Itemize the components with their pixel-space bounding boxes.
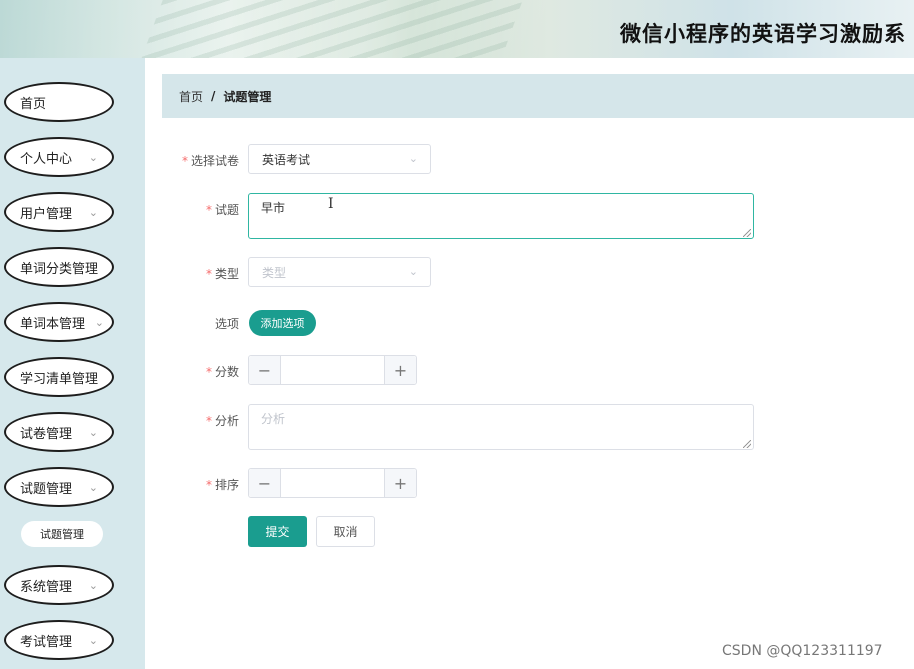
type-select-placeholder: 类型 <box>262 265 287 280</box>
sidebar-item-label: 单词本管理 <box>20 316 86 332</box>
header-banner: 微信小程序的英语学习激励系 <box>0 0 914 58</box>
sidebar-item-exam-management[interactable]: 考试管理 ⌄ <box>4 620 114 660</box>
sidebar-item-label: 试卷管理 <box>20 426 73 442</box>
chevron-down-icon: ⌄ <box>88 579 98 592</box>
analysis-placeholder: 分析 <box>261 412 286 426</box>
app-title: 微信小程序的英语学习激励系 <box>620 22 906 46</box>
sidebar-item-paper-management[interactable]: 试卷管理 ⌄ <box>4 412 114 452</box>
analysis-textarea[interactable]: 分析 <box>248 404 754 450</box>
exam-label: * 选择试卷 <box>181 154 239 168</box>
minus-icon[interactable]: − <box>249 356 281 384</box>
sidebar-item-personal-center[interactable]: 个人中心 ⌄ <box>4 137 114 177</box>
resize-handle-icon[interactable] <box>743 229 751 237</box>
chevron-down-icon: ⌄ <box>94 316 104 329</box>
breadcrumb-separator: / <box>211 89 216 103</box>
required-mark: * <box>205 414 212 428</box>
chevron-down-icon: ⌄ <box>408 152 418 165</box>
sidebar-item-label: 学习清单管理 <box>20 371 99 387</box>
text-cursor-icon: I <box>328 196 334 212</box>
chevron-down-icon: ⌄ <box>88 151 98 164</box>
breadcrumb: 首页 / 试题管理 <box>162 74 914 118</box>
minus-icon[interactable]: − <box>249 469 281 497</box>
sidebar-item-word-category[interactable]: 单词分类管理 <box>4 247 114 287</box>
required-mark: * <box>205 478 212 492</box>
sidebar-item-label: 个人中心 <box>20 151 73 167</box>
question-textarea[interactable]: 早市 <box>248 193 754 239</box>
sidebar-item-label: 用户管理 <box>20 206 73 222</box>
sidebar-item-vocabulary-book[interactable]: 单词本管理 ⌄ <box>4 302 114 342</box>
required-mark: * <box>181 154 188 168</box>
question-label: * 试题 <box>205 203 239 217</box>
sidebar-item-label: 首页 <box>20 96 47 112</box>
required-mark: * <box>205 365 212 379</box>
analysis-label: * 分析 <box>205 414 239 428</box>
required-mark: * <box>205 267 212 281</box>
sidebar-item-home[interactable]: 首页 <box>4 82 114 122</box>
question-text: 早市 <box>261 201 286 215</box>
sidebar-item-question-management[interactable]: 试题管理 ⌄ <box>4 467 114 507</box>
sidebar-subitem-question-management[interactable]: 试题管理 <box>21 521 103 547</box>
type-select[interactable]: 类型 ⌄ <box>248 257 431 287</box>
required-mark: * <box>205 203 212 217</box>
sidebar-item-user-management[interactable]: 用户管理 ⌄ <box>4 192 114 232</box>
score-input[interactable] <box>281 356 384 384</box>
order-input[interactable] <box>281 469 384 497</box>
sidebar-item-label: 单词分类管理 <box>20 261 99 277</box>
type-label: * 类型 <box>205 267 239 281</box>
sidebar-item-label: 系统管理 <box>20 579 73 595</box>
resize-handle-icon[interactable] <box>743 440 751 448</box>
exam-select[interactable]: 英语考试 ⌄ <box>248 144 431 174</box>
plus-icon[interactable]: + <box>384 356 416 384</box>
chevron-down-icon: ⌄ <box>408 265 418 278</box>
order-stepper: − + <box>248 468 417 498</box>
sidebar-item-study-list[interactable]: 学习清单管理 <box>4 357 114 397</box>
add-option-button[interactable]: 添加选项 <box>249 310 316 336</box>
sidebar-item-system-management[interactable]: 系统管理 ⌄ <box>4 565 114 605</box>
exam-select-value: 英语考试 <box>262 152 311 167</box>
cancel-button[interactable]: 取消 <box>316 516 375 547</box>
chevron-down-icon: ⌄ <box>88 481 98 494</box>
chevron-down-icon: ⌄ <box>88 426 98 439</box>
options-label: 选项 <box>214 317 239 331</box>
breadcrumb-home[interactable]: 首页 <box>179 88 203 105</box>
score-stepper: − + <box>248 355 417 385</box>
chevron-down-icon: ⌄ <box>88 634 98 647</box>
sidebar-item-label: 考试管理 <box>20 634 73 650</box>
sidebar-item-label: 试题管理 <box>20 481 73 497</box>
chevron-down-icon: ⌄ <box>88 206 98 219</box>
watermark: CSDN @QQ123311197 <box>722 643 883 659</box>
submit-button[interactable]: 提交 <box>248 516 307 547</box>
plus-icon[interactable]: + <box>384 469 416 497</box>
breadcrumb-current: 试题管理 <box>223 89 272 104</box>
score-label: * 分数 <box>205 365 239 379</box>
order-label: * 排序 <box>205 478 239 492</box>
